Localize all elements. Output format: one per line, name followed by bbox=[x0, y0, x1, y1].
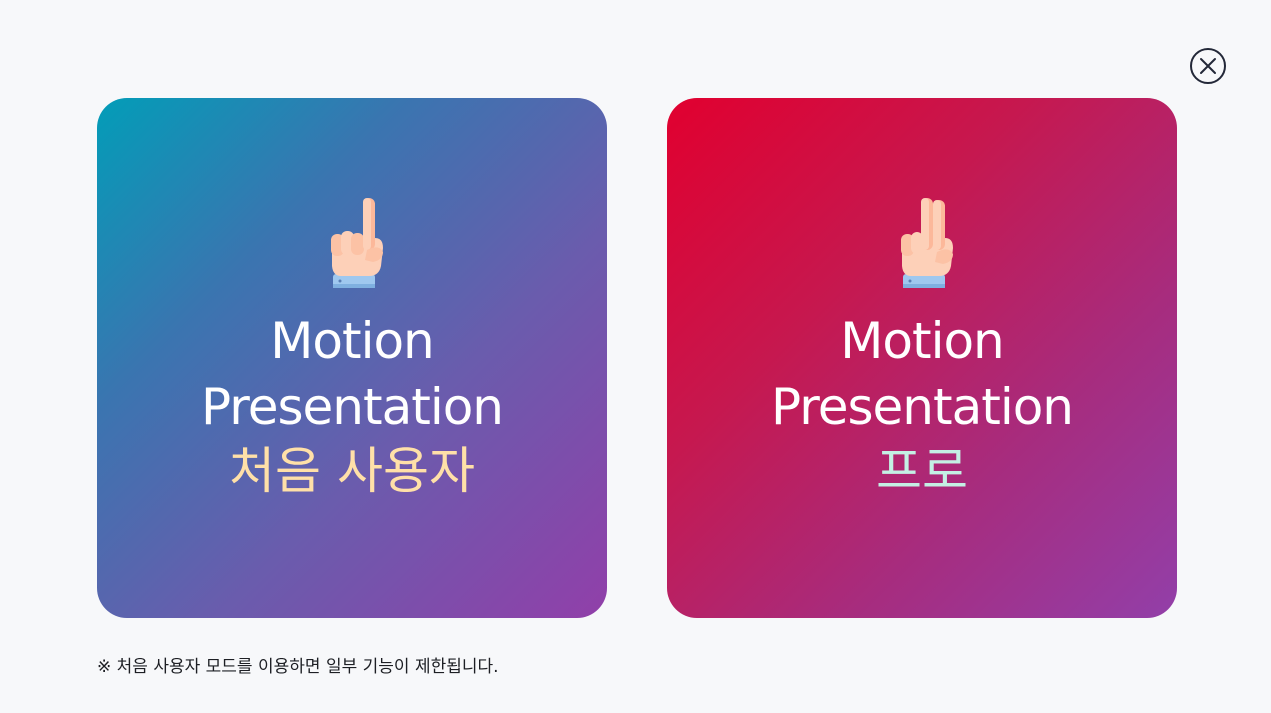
card-title-line2: Presentation bbox=[200, 378, 504, 436]
mode-select-screen: Motion Presentation 처음 사용자 Motion Presen… bbox=[0, 0, 1271, 713]
close-button[interactable] bbox=[1190, 48, 1226, 84]
two-fingers-up-icon bbox=[901, 198, 953, 288]
pro-mode-card[interactable]: Motion Presentation 프로 bbox=[667, 98, 1177, 618]
card-title-line1: Motion bbox=[270, 312, 435, 370]
card-title-line1: Motion bbox=[840, 312, 1005, 370]
close-circle-icon bbox=[1190, 48, 1226, 84]
card-title-line2: Presentation bbox=[770, 378, 1074, 436]
index-finger-up-icon bbox=[331, 198, 383, 288]
card-subtitle: 처음 사용자 bbox=[229, 442, 475, 500]
beginner-mode-card[interactable]: Motion Presentation 처음 사용자 bbox=[97, 98, 607, 618]
card-subtitle: 프로 bbox=[876, 442, 968, 500]
beginner-mode-notice: ※ 처음 사용자 모드를 이용하면 일부 기능이 제한됩니다. bbox=[97, 657, 499, 677]
